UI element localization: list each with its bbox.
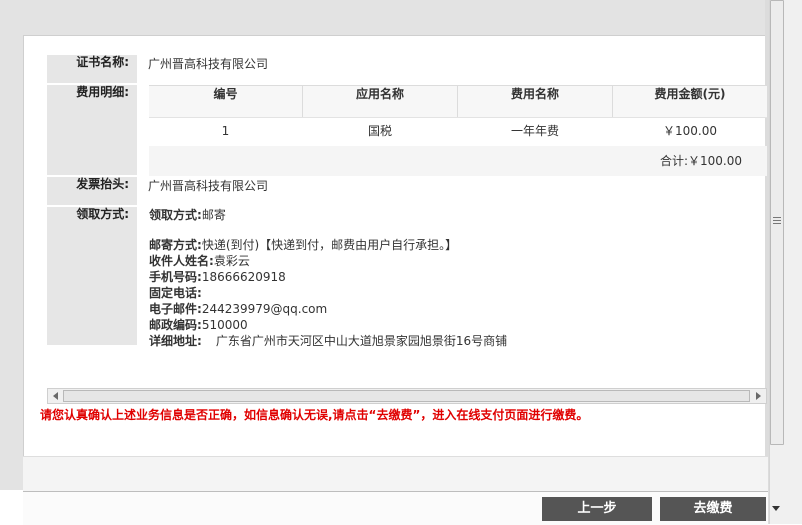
cert-name-label: 证书名称:: [47, 55, 137, 83]
grip-icon: [773, 217, 781, 218]
vertical-scrollbar[interactable]: [769, 0, 802, 524]
footer-bar: [23, 491, 768, 525]
fee-total-row: 合计:￥100.00: [149, 146, 767, 176]
landline-phone: 固定电话:: [149, 286, 202, 300]
bottom-strip: [23, 456, 768, 492]
fee-table-header: 编号 应用名称 费用名称 费用金额(元): [149, 85, 767, 118]
detail-address: 详细地址: 广东省广州市天河区中山大道旭景家园旭景街16号商铺: [149, 334, 508, 348]
fee-header-id: 编号: [149, 86, 303, 117]
horizontal-scrollbar[interactable]: [47, 388, 767, 404]
prev-step-button[interactable]: 上一步: [542, 497, 652, 521]
pickup-method: 领取方式:邮寄: [149, 208, 226, 222]
mobile-phone: 手机号码:18666620918: [149, 270, 286, 284]
pickup-label: 领取方式:: [47, 207, 137, 345]
fee-header-amount: 费用金额(元): [654, 87, 726, 101]
fee-detail-label: 费用明细:: [47, 85, 137, 175]
invoice-label: 发票抬头:: [47, 177, 137, 205]
fee-total: 合计:￥100.00: [659, 154, 742, 168]
zip-code: 邮政编码:510000: [149, 318, 248, 332]
fee-header-fee-name: 费用名称: [458, 86, 613, 117]
fee-cell-id: 1: [221, 124, 230, 138]
window-top-band: [0, 0, 768, 35]
fee-header-app: 应用名称: [303, 86, 458, 117]
mail-method: 邮寄方式:快递(到付)【快递到付，邮费由用户自行承担。】: [149, 238, 458, 252]
cert-name-value: 广州晋高科技有限公司: [148, 57, 269, 71]
scroll-right-arrow-icon[interactable]: [756, 392, 761, 400]
window-left-band: [0, 35, 23, 490]
go-pay-button[interactable]: 去缴费: [660, 497, 766, 521]
vertical-scroll-thumb[interactable]: [770, 0, 784, 445]
scroll-left-arrow-icon[interactable]: [53, 392, 58, 400]
horizontal-scroll-thumb[interactable]: [63, 390, 750, 402]
fee-cell-fee-name: 一年年费: [510, 124, 559, 138]
pickup-block: 领取方式:邮寄 邮寄方式:快递(到付)【快递到付，邮费由用户自行承担。】 收件人…: [149, 207, 749, 349]
fee-cell-amount: ￥100.00: [663, 124, 717, 138]
fee-table: 编号 应用名称 费用名称 费用金额(元) 1 国税 一年年费 ￥100.00 合…: [149, 85, 767, 176]
confirm-notice: 请您认真确认上述业务信息是否正确，如信息确认无误,请点击“去缴费”，进入在线支付…: [40, 408, 589, 422]
recipient-name: 收件人姓名:袁彩云: [149, 254, 250, 268]
fee-cell-app: 国税: [367, 124, 392, 138]
email: 电子邮件:244239979@qq.com: [149, 302, 328, 316]
table-row: 1 国税 一年年费 ￥100.00: [149, 116, 767, 146]
scroll-down-arrow-icon[interactable]: [772, 506, 780, 511]
invoice-value: 广州晋高科技有限公司: [148, 179, 269, 193]
